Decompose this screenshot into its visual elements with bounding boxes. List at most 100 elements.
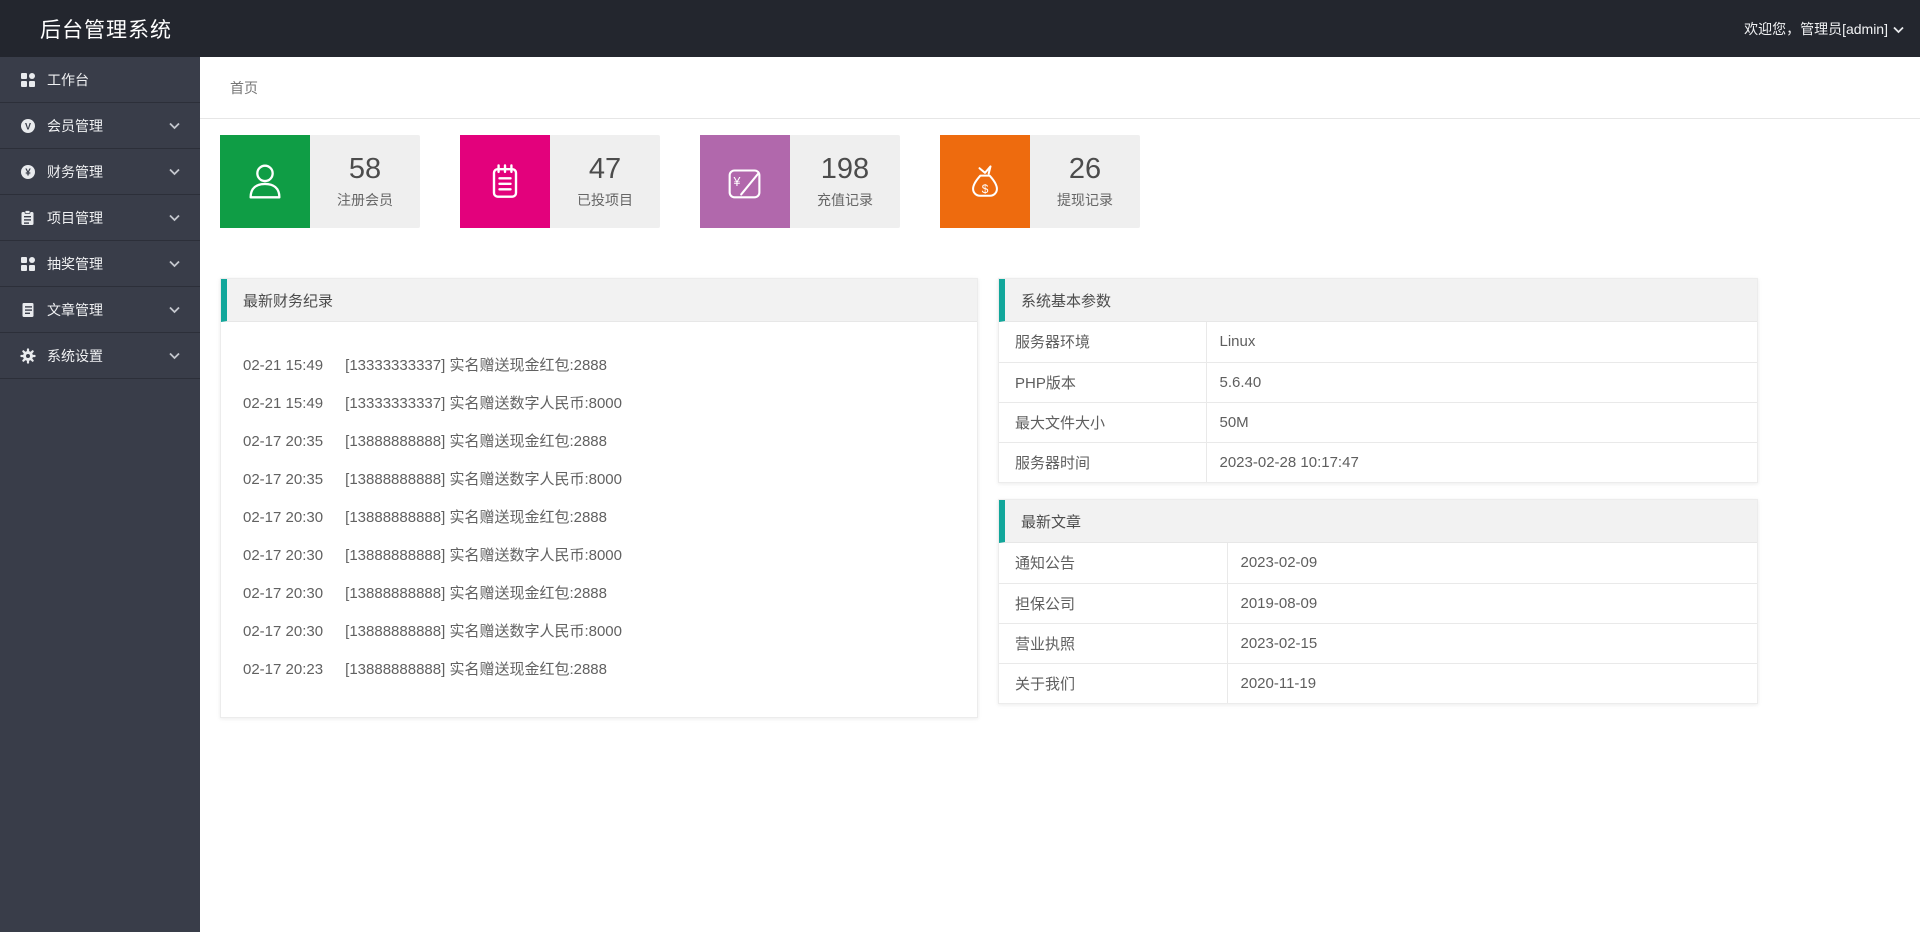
sidebar-item-articles[interactable]: 文章管理 — [0, 287, 200, 333]
record-text: [13888888888] 实名赠送现金红包:2888 — [345, 661, 607, 678]
sidebar-item-workbench[interactable]: 工作台 — [0, 57, 200, 103]
finance-record-row: 02-21 15:49 [13333333337] 实名赠送数字人民币:8000 — [221, 385, 977, 423]
table-row: 最大文件大小 50M — [999, 402, 1757, 443]
sidebar-item-label: 抽奖管理 — [47, 255, 103, 272]
lottery-grid-icon — [19, 255, 36, 272]
stat-card-recharge-records[interactable]: ¥ 198 充值记录 — [700, 135, 900, 228]
finance-record-row: 02-17 20:30 [13888888888] 实名赠送现金红包:2888 — [221, 499, 977, 537]
user-icon — [220, 135, 310, 228]
sidebar-item-finance[interactable]: ¥ 财务管理 — [0, 149, 200, 195]
stat-label: 提现记录 — [1057, 191, 1113, 208]
table-row: 关于我们 2020-11-19 — [999, 663, 1757, 703]
panel-title: 系统基本参数 — [1021, 292, 1112, 310]
article-date: 2023-02-15 — [1227, 623, 1757, 664]
table-row: 服务器环境 Linux — [999, 322, 1757, 363]
article-doc-icon — [19, 301, 36, 318]
record-time: 02-21 15:49 — [243, 395, 324, 412]
stat-info: 58 注册会员 — [310, 135, 420, 228]
stat-info: 47 已投项目 — [550, 135, 660, 228]
breadcrumb-bar: 首页 — [200, 57, 1920, 119]
record-text: [13888888888] 实名赠送现金红包:2888 — [345, 433, 607, 450]
svg-text:¥: ¥ — [25, 167, 31, 178]
record-text: [13333333337] 实名赠送数字人民币:8000 — [345, 395, 622, 412]
sidebar-item-label: 工作台 — [47, 71, 89, 88]
article-date: 2019-08-09 — [1227, 583, 1757, 624]
sidebar-item-label: 财务管理 — [47, 163, 103, 180]
yen-receipt-icon: ¥ — [700, 135, 790, 228]
system-params-panel: 系统基本参数 服务器环境 Linux PHP版本 5.6.40 最大文件大小 5… — [998, 278, 1758, 483]
notepad-icon — [460, 135, 550, 228]
finance-record-row: 02-17 20:35 [13888888888] 实名赠送现金红包:2888 — [221, 423, 977, 461]
chevron-down-icon — [169, 352, 180, 360]
chevron-down-icon — [169, 260, 180, 268]
param-value: Linux — [1206, 322, 1757, 363]
sidebar: 工作台 V 会员管理 ¥ 财务管理 项目管理 抽奖管理 文章管理 系统设置 — [0, 57, 200, 932]
stat-card-registered-members[interactable]: 58 注册会员 — [220, 135, 420, 228]
page: 后台管理系统 欢迎您，管理员[admin] 工作台 V 会员管理 ¥ 财务管理 … — [0, 0, 1920, 932]
system-params-header: 系统基本参数 — [999, 279, 1757, 322]
param-value: 50M — [1206, 402, 1757, 443]
sidebar-item-label: 文章管理 — [47, 301, 103, 318]
sidebar-item-label: 会员管理 — [47, 117, 103, 134]
finance-panel: 最新财务纪录 02-21 15:49 [13333333337] 实名赠送现金红… — [220, 278, 978, 718]
panel-title: 最新文章 — [1021, 513, 1082, 531]
finance-panel-header: 最新财务纪录 — [221, 279, 977, 322]
app-title: 后台管理系统 — [40, 18, 172, 42]
right-column: 系统基本参数 服务器环境 Linux PHP版本 5.6.40 最大文件大小 5… — [998, 278, 1758, 718]
record-time: 02-21 15:49 — [243, 357, 324, 374]
record-text: [13888888888] 实名赠送数字人民币:8000 — [345, 471, 622, 488]
table-row: 通知公告 2023-02-09 — [999, 543, 1757, 584]
member-circle-icon: V — [19, 117, 36, 134]
stat-info: 198 充值记录 — [790, 135, 900, 228]
panels-row: 最新财务纪录 02-21 15:49 [13333333337] 实名赠送现金红… — [220, 278, 1920, 718]
stat-card-invested-projects[interactable]: 47 已投项目 — [460, 135, 660, 228]
sidebar-item-projects[interactable]: 项目管理 — [0, 195, 200, 241]
gear-icon — [19, 347, 36, 364]
record-time: 02-17 20:35 — [243, 433, 324, 450]
svg-text:$: $ — [982, 182, 989, 196]
stat-info: 26 提现记录 — [1030, 135, 1140, 228]
finance-record-row: 02-17 20:30 [13888888888] 实名赠送现金红包:2888 — [221, 575, 977, 613]
record-text: [13333333337] 实名赠送现金红包:2888 — [345, 357, 607, 374]
param-label: 最大文件大小 — [999, 402, 1207, 443]
chevron-down-icon — [1893, 26, 1904, 33]
record-text: [13888888888] 实名赠送现金红包:2888 — [345, 509, 607, 526]
sidebar-item-label: 项目管理 — [47, 209, 103, 226]
record-text: [13888888888] 实名赠送数字人民币:8000 — [345, 623, 622, 640]
sidebar-item-lottery[interactable]: 抽奖管理 — [0, 241, 200, 287]
finance-record-row: 02-21 15:49 [13333333337] 实名赠送现金红包:2888 — [221, 347, 977, 385]
stat-card-withdraw-records[interactable]: $ 26 提现记录 — [940, 135, 1140, 228]
stat-label: 已投项目 — [577, 191, 633, 208]
welcome-text: 欢迎您，管理员[admin] — [1744, 20, 1888, 37]
content: 58 注册会员 47 已投项目 ¥ 198 充值记录 $ 26 提现记录 最新财… — [200, 119, 1920, 718]
project-clipboard-icon — [19, 209, 36, 226]
breadcrumb-home[interactable]: 首页 — [230, 78, 258, 98]
system-params-table: 服务器环境 Linux PHP版本 5.6.40 最大文件大小 50M 服务器时… — [999, 322, 1757, 482]
param-label: PHP版本 — [999, 362, 1207, 403]
chevron-down-icon — [169, 306, 180, 314]
stat-label: 注册会员 — [337, 191, 393, 208]
sidebar-item-settings[interactable]: 系统设置 — [0, 333, 200, 379]
top-header: 后台管理系统 欢迎您，管理员[admin] — [0, 0, 1920, 57]
chevron-down-icon — [169, 168, 180, 176]
table-row: 担保公司 2019-08-09 — [999, 583, 1757, 624]
chevron-down-icon — [169, 214, 180, 222]
record-time: 02-17 20:30 — [243, 585, 324, 602]
panel-title: 最新财务纪录 — [243, 292, 334, 310]
user-menu[interactable]: 欢迎您，管理员[admin] — [1744, 19, 1920, 39]
article-title: 营业执照 — [999, 623, 1228, 664]
sidebar-item-members[interactable]: V 会员管理 — [0, 103, 200, 149]
money-bag-icon: $ — [940, 135, 1030, 228]
record-time: 02-17 20:30 — [243, 509, 324, 526]
record-text: [13888888888] 实名赠送现金红包:2888 — [345, 585, 607, 602]
console-grid-icon — [19, 71, 36, 88]
finance-record-list: 02-21 15:49 [13333333337] 实名赠送现金红包:2888 … — [221, 322, 977, 717]
sidebar-item-label: 系统设置 — [47, 347, 103, 364]
table-row: 营业执照 2023-02-15 — [999, 623, 1757, 664]
finance-yen-icon: ¥ — [19, 163, 36, 180]
stat-value: 58 — [348, 153, 382, 186]
record-time: 02-17 20:23 — [243, 661, 324, 678]
stat-value: 198 — [820, 153, 870, 186]
latest-articles-header: 最新文章 — [999, 500, 1757, 543]
latest-articles-panel: 最新文章 通知公告 2023-02-09 担保公司 2019-08-09 营业执… — [998, 499, 1758, 704]
